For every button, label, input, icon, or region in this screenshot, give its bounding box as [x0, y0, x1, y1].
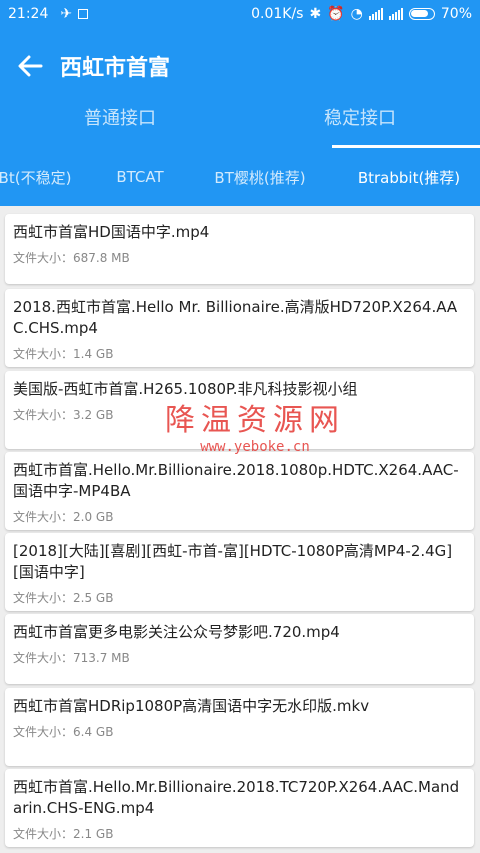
- file-name: 西虹市首富.Hello.Mr.Billionaire.2018.1080p.HD…: [13, 461, 459, 500]
- file-name: 西虹市首富更多电影关注公众号梦影吧.720.mp4: [13, 623, 340, 641]
- battery-icon: [408, 8, 435, 20]
- tab-bt-cherry[interactable]: BT樱桃(推荐): [195, 150, 325, 204]
- file-name: 2018.西虹市首富.Hello Mr. Billionaire.高清版HD72…: [13, 298, 458, 337]
- alarm-icon: ⏰: [327, 6, 345, 22]
- list-item[interactable]: 美国版-西虹市首富.H265.1080P.非凡科技影视小组 文件大小：3.2 G…: [5, 371, 474, 449]
- bluetooth-icon: ✱: [309, 6, 322, 22]
- list-item[interactable]: [2018][大陆][喜剧][西虹-市首-富][HDTC-1080P高清MP4-…: [5, 533, 474, 611]
- tab-normal-interface[interactable]: 普通接口: [0, 92, 240, 142]
- app-bar: 21:24 ✈ 0.01K/s ✱ ⏰ ◔ 70% 西虹市首富 普通接口 稳定接…: [0, 0, 480, 206]
- signal-icon: [368, 8, 383, 20]
- list-item[interactable]: 西虹市首富HD国语中字.mp4 文件大小：687.8 MB: [5, 214, 474, 284]
- list-item[interactable]: 西虹市首富.Hello.Mr.Billionaire.2018.TC720P.X…: [5, 769, 474, 847]
- list-item[interactable]: 西虹市首富HDRip1080P高清国语中字无水印版.mkv 文件大小：6.4 G…: [5, 688, 474, 766]
- file-name: [2018][大陆][喜剧][西虹-市首-富][HDTC-1080P高清MP4-…: [13, 542, 453, 581]
- file-name: 美国版-西虹市首富.H265.1080P.非凡科技影视小组: [13, 380, 358, 398]
- status-time: 21:24: [8, 6, 49, 22]
- list-item[interactable]: 西虹市首富更多电影关注公众号梦影吧.720.mp4 文件大小：713.7 MB: [5, 614, 474, 684]
- list-item[interactable]: 2018.西虹市首富.Hello Mr. Billionaire.高清版HD72…: [5, 289, 474, 367]
- file-name: 西虹市首富HD国语中字.mp4: [13, 223, 210, 241]
- file-size: 文件大小：2.0 GB: [13, 510, 114, 524]
- airplane-icon: ✈: [60, 6, 73, 22]
- wifi-icon: ◔: [350, 6, 363, 22]
- file-size: 文件大小：713.7 MB: [13, 651, 130, 665]
- status-bar: 21:24 ✈ 0.01K/s ✱ ⏰ ◔ 70%: [0, 0, 480, 28]
- tab-btcat[interactable]: BTCAT: [95, 150, 185, 204]
- toolbar: 西虹市首富: [0, 40, 480, 92]
- file-size: 文件大小：1.4 GB: [13, 347, 114, 361]
- file-size: 文件大小：3.2 GB: [13, 408, 114, 422]
- file-name: 西虹市首富.Hello.Mr.Billionaire.2018.TC720P.X…: [13, 778, 460, 817]
- page-title: 西虹市首富: [60, 56, 171, 81]
- list-item[interactable]: 西虹市首富.Hello.Mr.Billionaire.2018.1080p.HD…: [5, 452, 474, 530]
- battery-level: 70%: [440, 6, 472, 22]
- primary-tab-indicator: [332, 145, 480, 148]
- file-size: 文件大小：6.4 GB: [13, 725, 114, 739]
- tab-bt-unstable[interactable]: Bt(不稳定): [0, 150, 100, 204]
- network-speed: 0.01K/s: [251, 6, 304, 22]
- file-name: 西虹市首富HDRip1080P高清国语中字无水印版.mkv: [13, 697, 370, 715]
- file-size: 文件大小：2.1 GB: [13, 827, 114, 841]
- tab-stable-interface[interactable]: 稳定接口: [240, 92, 480, 142]
- file-size: 文件大小：687.8 MB: [13, 251, 130, 265]
- secondary-tabs: Bt(不稳定) BTCAT BT樱桃(推荐) Btrabbit(推荐): [0, 150, 480, 204]
- signal-icon: [388, 8, 403, 20]
- tab-btrabbit[interactable]: Btrabbit(推荐): [340, 150, 478, 204]
- arrow-left-icon: [18, 55, 43, 77]
- back-button[interactable]: [0, 40, 60, 92]
- file-size: 文件大小：2.5 GB: [13, 591, 114, 605]
- notification-icon: [78, 9, 89, 19]
- primary-tabs: 普通接口 稳定接口: [0, 92, 480, 142]
